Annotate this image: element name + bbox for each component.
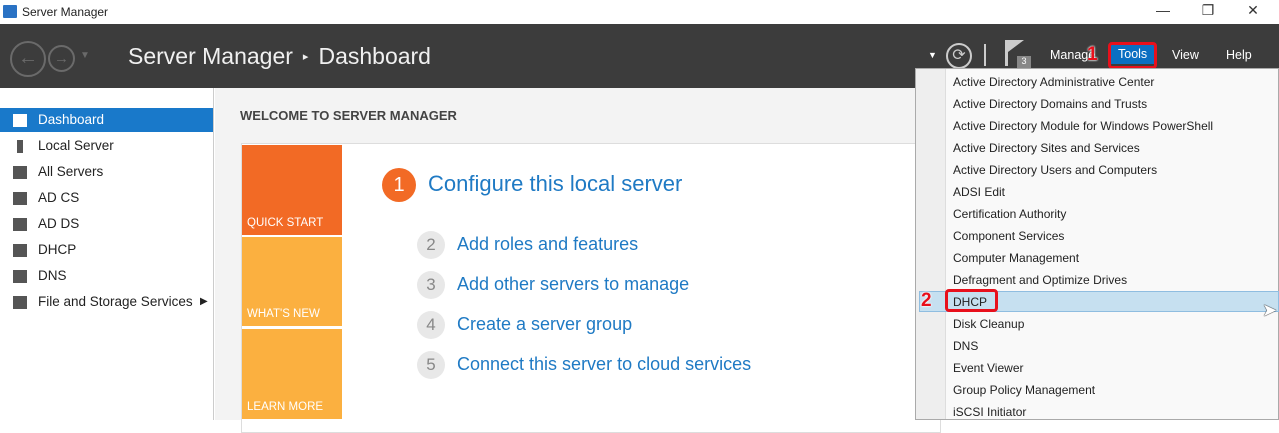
server-manager-icon — [3, 5, 17, 18]
tile-learn-more[interactable]: LEARN MORE — [242, 329, 342, 419]
menu-item-certification-authority[interactable]: Certification Authority — [953, 203, 1066, 225]
menu-view[interactable]: View — [1172, 48, 1199, 62]
menu-item-event-viewer[interactable]: Event Viewer — [953, 357, 1023, 379]
dropdown-icon[interactable]: ▼ — [928, 50, 937, 60]
menu-item-active-directory-sites-and-services[interactable]: Active Directory Sites and Services — [953, 137, 1140, 159]
sidebar-item-dns[interactable]: DNS — [0, 264, 213, 288]
menu-help[interactable]: Help — [1226, 48, 1252, 62]
breadcrumb-app[interactable]: Server Manager — [128, 43, 293, 69]
sidebar-item-ad-ds[interactable]: AD DS — [0, 212, 213, 236]
annotation-step-1: 1 — [1087, 44, 1098, 65]
sidebar-item-file-storage[interactable]: File and Storage Services ▶ — [0, 290, 213, 314]
refresh-icon[interactable]: ⟳ — [946, 43, 972, 69]
step-configure-local-server[interactable]: 1 Configure this local server — [382, 168, 682, 202]
tools-dropdown-menu: Active Directory Administrative Center Ac… — [915, 68, 1279, 420]
sidebar: Dashboard Local Server All Servers AD CS… — [0, 88, 214, 420]
ad-cs-icon — [13, 192, 27, 205]
close-button[interactable]: ✕ — [1230, 2, 1276, 19]
notification-count: 3 — [1017, 56, 1031, 68]
annotation-step-2: 2 — [921, 290, 932, 311]
breadcrumb: Server Manager ▸ Dashboard — [128, 43, 431, 70]
annotation-highlight-dhcp — [945, 289, 998, 312]
expand-arrow-icon[interactable]: ▶ — [200, 290, 208, 314]
menu-item-defragment-and-optimize-drives[interactable]: Defragment and Optimize Drives — [953, 269, 1127, 291]
ad-ds-icon — [13, 218, 27, 231]
breadcrumb-page: Dashboard — [318, 43, 431, 69]
breadcrumb-separator-icon: ▸ — [302, 51, 309, 63]
annotation-highlight-tools — [1108, 42, 1157, 69]
menu-item-adsi-edit[interactable]: ADSI Edit — [953, 181, 1005, 203]
storage-icon — [13, 296, 27, 309]
sidebar-item-local-server[interactable]: Local Server — [0, 134, 213, 158]
dhcp-icon — [13, 244, 27, 257]
dashboard-icon — [13, 114, 27, 127]
divider — [984, 44, 986, 66]
history-dropdown-icon[interactable]: ▼ — [80, 50, 90, 61]
servers-icon — [13, 166, 27, 179]
menu-gutter — [916, 69, 946, 419]
tile-whats-new[interactable]: WHAT'S NEW — [242, 237, 342, 326]
back-button[interactable]: ← — [10, 41, 46, 77]
menu-item-active-directory-domains-and-trusts[interactable]: Active Directory Domains and Trusts — [953, 93, 1147, 115]
minimize-button[interactable]: — — [1140, 2, 1186, 18]
tile-quick-start[interactable]: QUICK START — [242, 145, 342, 235]
welcome-tile: QUICK START WHAT'S NEW LEARN MORE 1 Confi… — [241, 143, 941, 433]
maximize-button[interactable]: ❐ — [1185, 2, 1231, 19]
step-connect-cloud[interactable]: 5 Connect this server to cloud services — [417, 351, 751, 379]
welcome-heading: WELCOME TO SERVER MANAGER — [240, 108, 457, 123]
notifications-flag-icon[interactable]: 3 — [1005, 40, 1031, 70]
menu-item-dns[interactable]: DNS — [953, 335, 978, 357]
menu-item-active-directory-users-and-computers[interactable]: Active Directory Users and Computers — [953, 159, 1157, 181]
step-create-group[interactable]: 4 Create a server group — [417, 311, 632, 339]
sidebar-item-all-servers[interactable]: All Servers — [0, 160, 213, 184]
sidebar-item-dashboard[interactable]: Dashboard — [0, 108, 213, 132]
step-add-servers[interactable]: 3 Add other servers to manage — [417, 271, 689, 299]
forward-button[interactable]: → — [48, 45, 75, 72]
dns-icon — [13, 270, 27, 283]
step-add-roles[interactable]: 2 Add roles and features — [417, 231, 638, 259]
server-icon — [17, 140, 23, 153]
window-title: Server Manager — [22, 5, 109, 19]
menu-item-active-directory-administrative-center[interactable]: Active Directory Administrative Center — [953, 71, 1154, 93]
menu-item-component-services[interactable]: Component Services — [953, 225, 1064, 247]
sidebar-item-dhcp[interactable]: DHCP — [0, 238, 213, 262]
menu-item-group-policy-management[interactable]: Group Policy Management — [953, 379, 1095, 401]
menu-item-computer-management[interactable]: Computer Management — [953, 247, 1079, 269]
mouse-cursor-icon: ➤ — [1262, 300, 1278, 320]
sidebar-item-ad-cs[interactable]: AD CS — [0, 186, 213, 210]
menu-item-disk-cleanup[interactable]: Disk Cleanup — [953, 313, 1024, 335]
title-bar: Server Manager — ❐ ✕ — [0, 0, 1279, 24]
menu-item-active-directory-module-for-windows-powershell[interactable]: Active Directory Module for Windows Powe… — [953, 115, 1213, 137]
